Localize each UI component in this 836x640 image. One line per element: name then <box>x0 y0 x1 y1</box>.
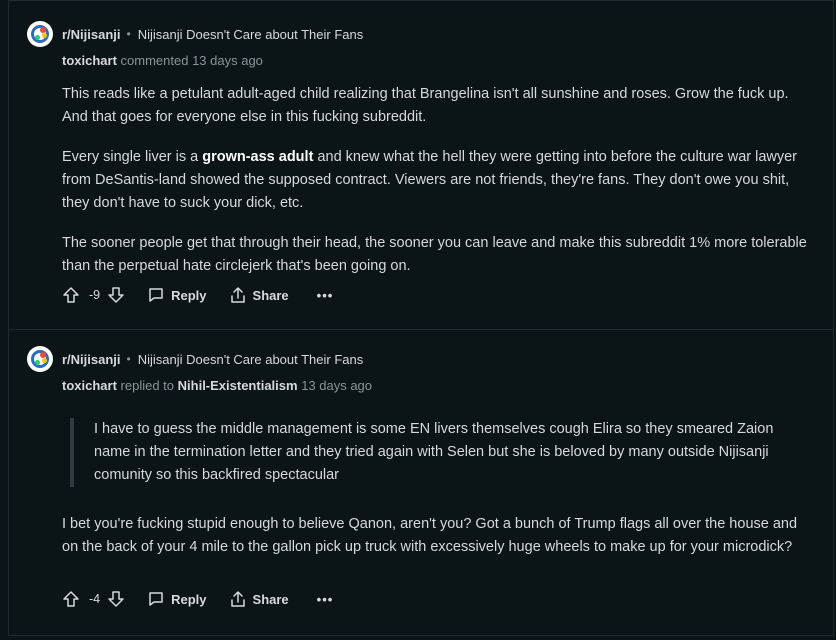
comment-action: replied to <box>120 378 175 393</box>
reply-label: Reply <box>171 591 207 607</box>
comment-paragraph: Every single liver is a grown-ass adult … <box>62 149 798 211</box>
downvote-icon[interactable] <box>107 286 125 304</box>
share-icon <box>229 286 247 304</box>
comment-actions: -9 Reply Share ••• <box>62 283 333 307</box>
timestamp: 13 days ago <box>301 378 373 393</box>
more-horizontal-icon[interactable]: ••• <box>317 592 334 607</box>
comment-body: I bet you're fucking stupid enough to be… <box>62 513 810 576</box>
bold-text: grown-ass adult <box>202 149 314 165</box>
comment-bubble-icon <box>147 286 165 304</box>
share-button[interactable]: Share <box>229 286 289 304</box>
comment-paragraph: I bet you're fucking stupid enough to be… <box>62 516 798 555</box>
comment-card[interactable]: r/Nijisanji • Nijisanji Doesn't Care abo… <box>8 330 834 636</box>
vote-score: -4 <box>89 592 101 606</box>
subreddit-avatar-icon[interactable] <box>27 346 53 372</box>
post-title-link[interactable]: Nijisanji Doesn't Care about Their Fans <box>138 352 364 367</box>
comment-actions: -4 Reply Share ••• <box>62 587 333 611</box>
share-icon <box>229 590 247 608</box>
downvote-icon[interactable] <box>107 590 125 608</box>
reply-label: Reply <box>171 287 207 303</box>
separator-dot: • <box>126 27 131 41</box>
comment-bubble-icon <box>147 590 165 608</box>
comment-header: r/Nijisanji • Nijisanji Doesn't Care abo… <box>27 346 363 372</box>
share-label: Share <box>252 287 289 303</box>
comment-meta: toxichart commented 13 days ago <box>62 53 263 68</box>
more-horizontal-icon[interactable]: ••• <box>317 288 334 303</box>
share-label: Share <box>252 591 289 607</box>
reply-button[interactable]: Reply <box>147 286 207 304</box>
separator-dot: • <box>126 352 131 366</box>
comment-card[interactable]: r/Nijisanji • Nijisanji Doesn't Care abo… <box>8 0 834 330</box>
subreddit-link[interactable]: r/Nijisanji <box>62 27 121 42</box>
share-button[interactable]: Share <box>229 590 289 608</box>
subreddit-link[interactable]: r/Nijisanji <box>62 352 121 367</box>
comment-meta: toxichart replied to Nihil-Existentialis… <box>62 378 372 393</box>
author-link[interactable]: toxichart <box>62 378 117 393</box>
comment-paragraph: This reads like a petulant adult-aged ch… <box>62 86 789 125</box>
timestamp: 13 days ago <box>192 53 263 68</box>
replied-to-user-link[interactable]: Nihil-Existentialism <box>178 378 298 393</box>
upvote-icon[interactable] <box>62 590 80 608</box>
comment-feed: r/Nijisanji • Nijisanji Doesn't Care abo… <box>0 0 836 640</box>
author-link[interactable]: toxichart <box>62 53 117 68</box>
comment-paragraph: The sooner people get that through their… <box>62 235 807 274</box>
subreddit-avatar-icon[interactable] <box>27 21 53 47</box>
comment-header: r/Nijisanji • Nijisanji Doesn't Care abo… <box>27 21 363 47</box>
vote-score: -9 <box>89 288 101 302</box>
post-title-link[interactable]: Nijisanji Doesn't Care about Their Fans <box>138 27 364 42</box>
reply-button[interactable]: Reply <box>147 590 207 608</box>
comment-body: This reads like a petulant adult-aged ch… <box>62 83 810 295</box>
quoted-text: I have to guess the middle management is… <box>70 418 810 487</box>
upvote-icon[interactable] <box>62 286 80 304</box>
comment-action: commented <box>120 53 189 68</box>
